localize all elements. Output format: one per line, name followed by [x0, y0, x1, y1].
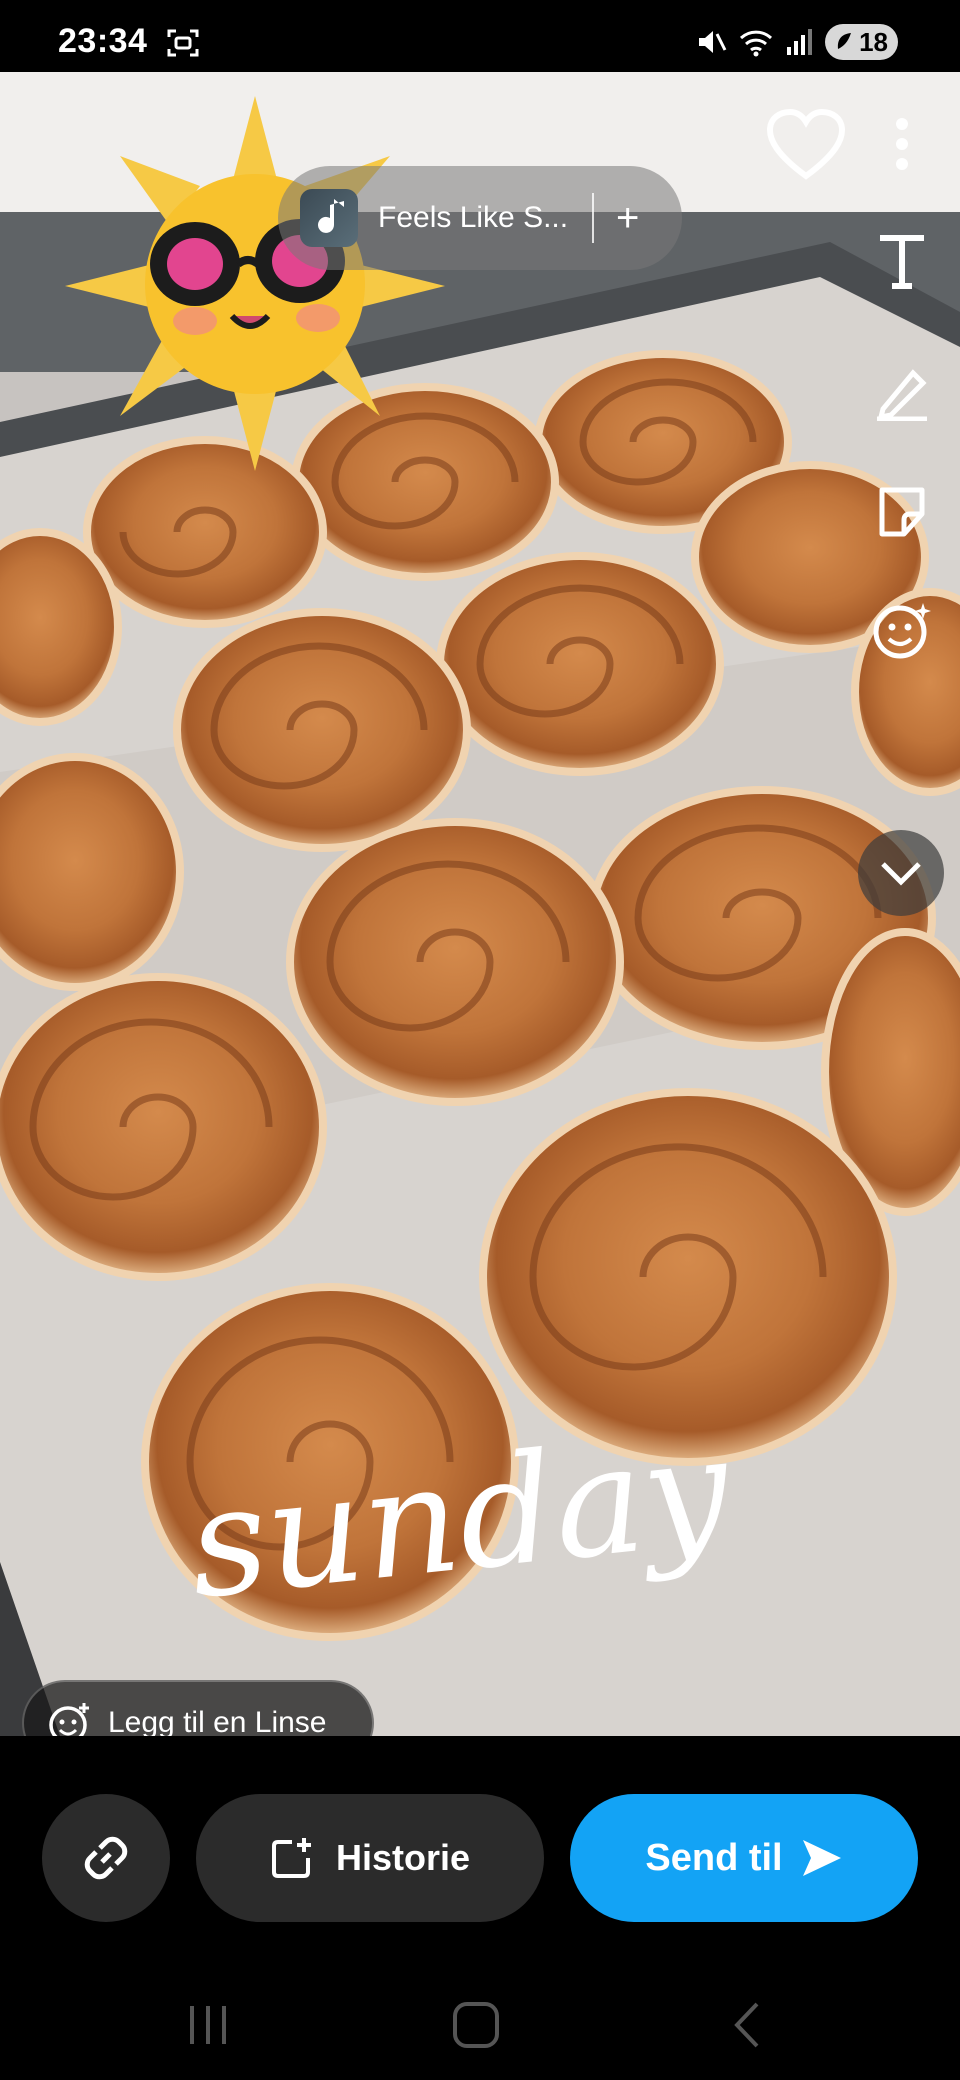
- status-bar: 23:34 18: [0, 0, 960, 72]
- battery-saver-icon: [837, 33, 852, 49]
- sticker-icon: [879, 487, 925, 537]
- story-add-icon: [271, 1838, 311, 1878]
- more-icon: [896, 118, 908, 170]
- back-icon: [734, 2002, 759, 2048]
- draw-tool-button[interactable]: [862, 352, 942, 432]
- heart-icon: [766, 108, 846, 180]
- home-icon: [453, 2002, 499, 2048]
- music-pill[interactable]: Feels Like S... +: [278, 166, 682, 270]
- signal-icon: [787, 29, 813, 55]
- home-button[interactable]: [436, 1990, 516, 2060]
- status-time: 23:34: [58, 22, 148, 60]
- link-button[interactable]: [42, 1794, 170, 1922]
- send-to-label: Send til: [645, 1836, 783, 1879]
- screenshot-icon: [167, 29, 199, 57]
- like-button[interactable]: [760, 104, 852, 184]
- recent-apps-button[interactable]: [168, 1990, 248, 2060]
- story-label: Historie: [335, 1837, 471, 1878]
- sticker-tool-button[interactable]: [862, 472, 942, 552]
- send-to-button[interactable]: Send til: [570, 1794, 918, 1922]
- text-tool-icon: [880, 235, 924, 289]
- story-button[interactable]: Historie: [196, 1794, 544, 1922]
- music-add-button[interactable]: +: [616, 196, 639, 241]
- pencil-icon: [877, 369, 927, 421]
- wifi-icon: [740, 30, 773, 57]
- expand-tools-button[interactable]: [858, 830, 944, 916]
- more-button[interactable]: [862, 104, 942, 184]
- mute-icon: [699, 31, 727, 53]
- text-tool-button[interactable]: [862, 222, 942, 302]
- send-arrow-icon: [802, 1840, 841, 1876]
- status-icons: 18: [695, 22, 898, 62]
- music-title: Feels Like S...: [378, 201, 569, 234]
- chevron-down-icon: [881, 862, 921, 886]
- photo-preview[interactable]: Feels Like S... + sunday: [0, 72, 960, 1736]
- caption-sunday: sunday: [181, 1412, 739, 1612]
- music-divider: [592, 193, 594, 243]
- back-button[interactable]: [706, 1990, 786, 2060]
- battery-indicator: 18: [825, 24, 898, 60]
- music-cover: [300, 189, 358, 247]
- sun-sticker[interactable]: [60, 86, 450, 476]
- music-note-icon: [318, 199, 344, 233]
- add-lens-label: Legg til en Linse: [108, 1706, 327, 1739]
- link-icon: [84, 1836, 128, 1880]
- recent-apps-icon: [190, 2006, 226, 2044]
- lens-face-icon: [873, 603, 931, 659]
- battery-level: 18: [859, 26, 888, 57]
- caption-text[interactable]: sunday: [180, 1412, 740, 1612]
- system-nav-bar: [0, 1970, 960, 2080]
- lens-tool-button[interactable]: [862, 590, 942, 670]
